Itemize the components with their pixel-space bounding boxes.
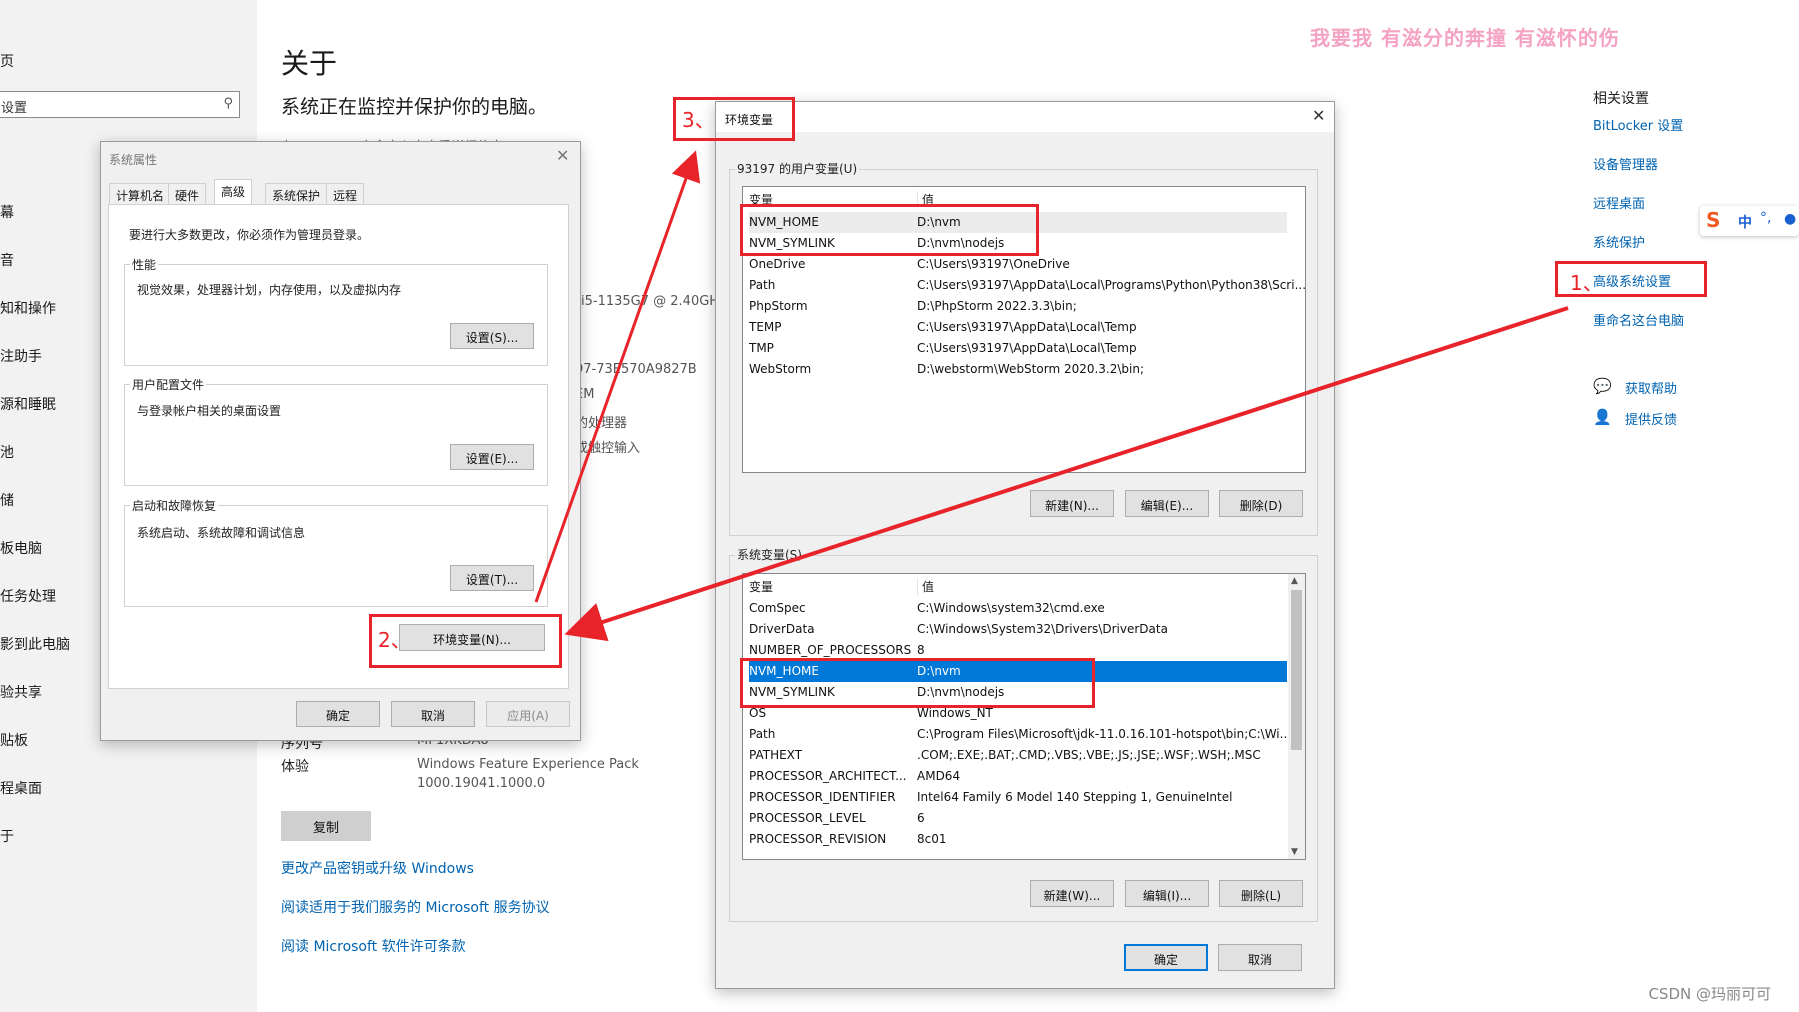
annotation-arrows — [534, 150, 1569, 642]
credit-watermark: CSDN @玛丽可可 — [1648, 985, 1771, 1003]
arrow-step2-to-step3 — [534, 150, 701, 603]
watermark-text: 我要我 有滋分的奔撞 有滋怀的伤 — [1310, 26, 1620, 50]
arrow-step1-to-step2 — [564, 306, 1569, 642]
